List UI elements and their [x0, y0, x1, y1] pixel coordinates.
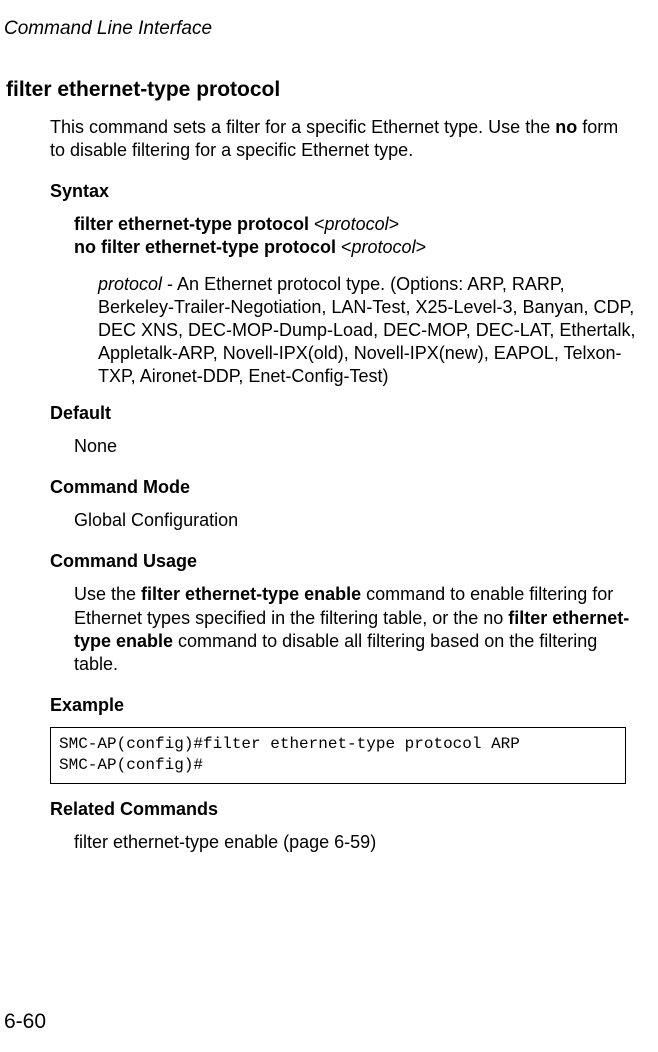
- command-usage-text: Use the filter ethernet-type enable comm…: [74, 583, 636, 675]
- syntax-line-1-gt: >: [389, 214, 400, 234]
- chapter-header: Command Line Interface: [4, 18, 646, 78]
- default-heading: Default: [50, 402, 636, 425]
- syntax-line-2-gt: >: [416, 237, 427, 257]
- syntax-line-2-lt: <: [341, 237, 352, 257]
- example-line-2: SMC-AP(config)#: [59, 755, 617, 777]
- syntax-line-2: no filter ethernet-type protocol <protoc…: [74, 236, 636, 259]
- syntax-line-2-cmd: no filter ethernet-type protocol: [74, 237, 341, 257]
- page-container: Command Line Interface filter ethernet-t…: [0, 0, 658, 1052]
- syntax-line-1-cmd: filter ethernet-type protocol: [74, 214, 314, 234]
- command-mode-value: Global Configuration: [74, 509, 636, 532]
- page-number: 6-60: [4, 1010, 46, 1034]
- syntax-block: filter ethernet-type protocol <protocol>…: [74, 213, 636, 259]
- intro-text-1: This command sets a filter for a specifi…: [50, 117, 555, 137]
- command-title: filter ethernet-type protocol: [6, 78, 646, 102]
- body-area: This command sets a filter for a specifi…: [50, 116, 636, 854]
- intro-bold-no: no: [555, 117, 577, 137]
- protocol-param-desc: - An Ethernet protocol type. (Options: A…: [98, 274, 635, 386]
- syntax-heading: Syntax: [50, 180, 636, 203]
- protocol-description: protocol - An Ethernet protocol type. (O…: [98, 273, 636, 388]
- intro-paragraph: This command sets a filter for a specifi…: [50, 116, 636, 162]
- syntax-line-1: filter ethernet-type protocol <protocol>: [74, 213, 636, 236]
- related-heading: Related Commands: [50, 798, 636, 821]
- default-value: None: [74, 435, 636, 458]
- command-usage-heading: Command Usage: [50, 550, 636, 573]
- syntax-line-1-lt: <: [314, 214, 325, 234]
- command-mode-heading: Command Mode: [50, 476, 636, 499]
- example-code-box: SMC-AP(config)#filter ethernet-type prot…: [50, 727, 626, 784]
- syntax-line-2-param: protocol: [352, 237, 416, 257]
- related-text: filter ethernet-type enable (page 6-59): [74, 831, 636, 854]
- protocol-param-name: protocol: [98, 274, 162, 294]
- example-heading: Example: [50, 694, 636, 717]
- example-line-1: SMC-AP(config)#filter ethernet-type prot…: [59, 734, 617, 756]
- usage-t1: Use the: [74, 584, 141, 604]
- syntax-line-1-param: protocol: [325, 214, 389, 234]
- usage-b1: filter ethernet-type enable: [141, 584, 361, 604]
